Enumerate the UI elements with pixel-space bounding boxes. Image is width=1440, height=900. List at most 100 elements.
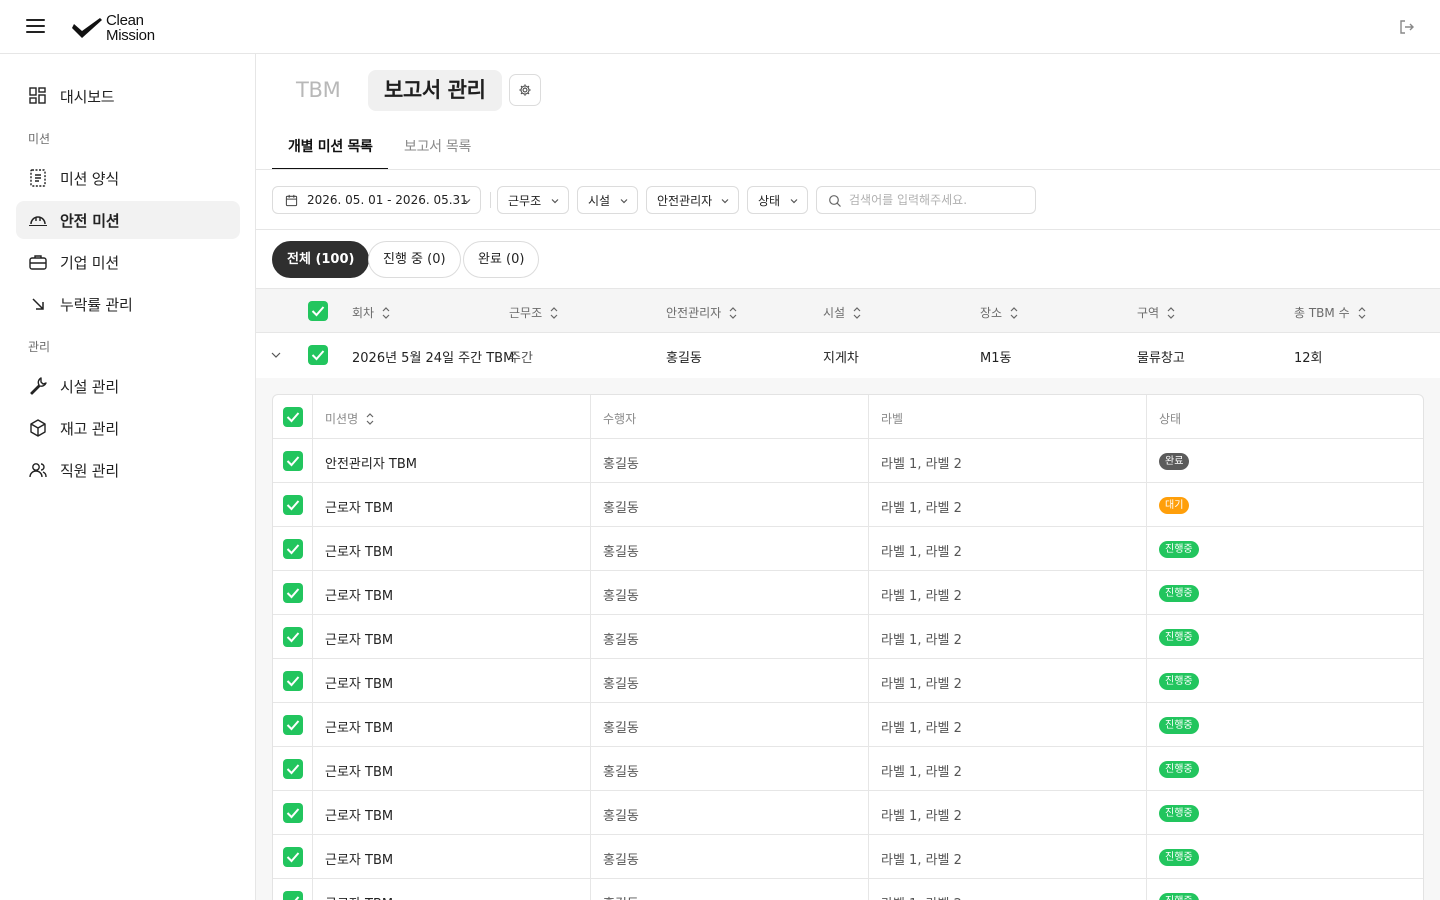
table-row[interactable]: 근로자 TBM 홍길동 라벨 1, 라벨 2 진행중	[273, 703, 1423, 747]
row-checkbox[interactable]	[283, 627, 303, 647]
column-header-shift[interactable]: 근무조	[509, 304, 560, 321]
sort-icon	[1358, 306, 1366, 319]
sidebar-item-facility[interactable]: 시설 관리	[16, 367, 240, 405]
shift-select-value: 근무조	[508, 193, 542, 208]
column-header-round[interactable]: 회차	[352, 304, 392, 321]
row-checkbox[interactable]	[283, 539, 303, 559]
status-select[interactable]: 상태	[747, 186, 808, 214]
row-checkbox[interactable]	[283, 583, 303, 603]
form-icon	[30, 169, 46, 187]
sidebar-item-omission-rate[interactable]: 누락률 관리	[16, 285, 240, 323]
cell-labels: 라벨 1, 라벨 2	[881, 677, 962, 692]
table-row[interactable]: 근로자 TBM 홍길동 라벨 1, 라벨 2 진행중	[273, 835, 1423, 879]
inner-table: 미션명 수행자 라벨 상태 안전관리자 TBM 홍길동 라벨 1, 라벨 2 완료 근로…	[272, 394, 1424, 900]
search-input[interactable]	[849, 193, 1024, 207]
settings-button[interactable]	[509, 74, 541, 106]
facility-select[interactable]: 시설	[577, 186, 638, 214]
status-badge: 진행중	[1159, 629, 1199, 646]
chip-all[interactable]: 전체 (100)	[272, 241, 370, 278]
status-badge: 진행중	[1159, 541, 1199, 558]
sidebar-item-inventory[interactable]: 재고 관리	[16, 409, 240, 447]
row-checkbox[interactable]	[283, 847, 303, 867]
column-header-total[interactable]: 총 TBM 수	[1294, 304, 1368, 321]
table-row[interactable]: 안전관리자 TBM 홍길동 라벨 1, 라벨 2 완료	[273, 439, 1423, 483]
table-row[interactable]: 2026년 5월 24일 주간 TBM 주간 홍길동 지게차 M1동 물류창고 …	[256, 333, 1440, 378]
row-checkbox[interactable]	[283, 891, 303, 900]
tab-individual-missions[interactable]: 개별 미션 목록	[272, 130, 388, 170]
cell-labels: 라벨 1, 라벨 2	[881, 589, 962, 604]
column-header-zone[interactable]: 구역	[1137, 304, 1177, 321]
table-row[interactable]: 근로자 TBM 홍길동 라벨 1, 라벨 2 진행중	[273, 747, 1423, 791]
table-row[interactable]: 근로자 TBM 홍길동 라벨 1, 라벨 2 진행중	[273, 527, 1423, 571]
column-header-facility[interactable]: 시설	[823, 304, 863, 321]
tab-report-list[interactable]: 보고서 목록	[388, 130, 487, 170]
cell-manager: 홍길동	[666, 351, 702, 366]
row-checkbox[interactable]	[308, 345, 328, 365]
row-checkbox[interactable]	[283, 495, 303, 515]
sidebar-item-label: 기업 미션	[60, 253, 119, 272]
chip-in-progress[interactable]: 진행 중 (0)	[368, 241, 461, 278]
logo-mark-icon	[72, 18, 102, 38]
sidebar-item-label: 직원 관리	[60, 461, 119, 480]
shift-select[interactable]: 근무조	[497, 186, 569, 214]
sidebar-item-staff[interactable]: 직원 관리	[16, 451, 240, 489]
row-checkbox[interactable]	[283, 671, 303, 691]
row-checkbox[interactable]	[283, 759, 303, 779]
wrench-icon	[30, 377, 47, 395]
sidebar-item-label: 대시보드	[60, 87, 115, 106]
chevron-down-icon	[790, 199, 798, 204]
menu-icon[interactable]	[26, 17, 46, 35]
cell-labels: 라벨 1, 라벨 2	[881, 457, 962, 472]
manager-select-value: 안전관리자	[657, 193, 713, 208]
expanded-row-panel: 미션명 수행자 라벨 상태 안전관리자 TBM 홍길동 라벨 1, 라벨 2 완료 근로…	[256, 378, 1440, 900]
filter-separator	[490, 192, 491, 208]
column-header-manager[interactable]: 안전관리자	[666, 304, 739, 321]
sidebar-item-safety-mission[interactable]: 안전 미션	[16, 201, 240, 239]
column-header-label: 구역	[1137, 306, 1160, 320]
column-header-place[interactable]: 장소	[980, 304, 1020, 321]
table-row[interactable]: 근로자 TBM 홍길동 라벨 1, 라벨 2 대기	[273, 483, 1423, 527]
cell-mission-name: 근로자 TBM	[325, 893, 393, 900]
chevron-down-icon[interactable]	[270, 350, 282, 360]
sidebar-item-label: 누락률 관리	[60, 295, 133, 314]
row-checkbox[interactable]	[283, 803, 303, 823]
sidebar-group-mission: 미션	[28, 132, 51, 146]
cell-place: M1동	[980, 351, 1012, 366]
cell-zone: 물류창고	[1137, 351, 1185, 366]
logout-icon[interactable]	[1398, 18, 1416, 36]
select-all-checkbox[interactable]	[308, 301, 328, 321]
calendar-icon	[285, 194, 298, 207]
row-checkbox[interactable]	[283, 715, 303, 735]
date-range-picker[interactable]: 2026. 05. 01 - 2026. 05.31	[272, 186, 481, 214]
table-row[interactable]: 근로자 TBM 홍길동 라벨 1, 라벨 2 진행중	[273, 879, 1423, 900]
table-row[interactable]: 근로자 TBM 홍길동 라벨 1, 라벨 2 진행중	[273, 659, 1423, 703]
column-header-label: 총 TBM 수	[1294, 306, 1350, 320]
cell-mission-name: 근로자 TBM	[325, 721, 394, 736]
sort-icon	[1010, 306, 1018, 319]
row-checkbox[interactable]	[283, 451, 303, 471]
sidebar-item-dashboard[interactable]: 대시보드	[16, 77, 240, 115]
cell-mission-name: 근로자 TBM	[325, 633, 394, 648]
cell-performer: 홍길동	[603, 765, 639, 780]
search-icon	[829, 195, 841, 207]
cell-mission-name: 근로자 TBM	[325, 765, 394, 780]
table-row[interactable]: 근로자 TBM 홍길동 라벨 1, 라벨 2 진행중	[273, 615, 1423, 659]
page-title-tbm[interactable]: TBM	[296, 78, 341, 102]
inner-column-header-name[interactable]: 미션명	[325, 410, 376, 427]
inner-select-all-checkbox[interactable]	[283, 407, 303, 427]
sidebar-item-company-mission[interactable]: 기업 미션	[16, 243, 240, 281]
table-row[interactable]: 근로자 TBM 홍길동 라벨 1, 라벨 2 진행중	[273, 571, 1423, 615]
table-row[interactable]: 근로자 TBM 홍길동 라벨 1, 라벨 2 진행중	[273, 791, 1423, 835]
logo[interactable]: Clean Mission	[72, 12, 155, 44]
sidebar-item-label: 시설 관리	[60, 377, 119, 396]
status-badge: 진행중	[1159, 673, 1199, 690]
chevron-down-icon	[620, 199, 628, 204]
sidebar-item-label: 미션 양식	[60, 169, 119, 188]
sort-icon	[550, 306, 558, 319]
chip-completed[interactable]: 완료 (0)	[463, 241, 540, 278]
manager-select[interactable]: 안전관리자	[646, 186, 739, 214]
sidebar-item-mission-form[interactable]: 미션 양식	[16, 159, 240, 197]
page-title-report[interactable]: 보고서 관리	[368, 70, 502, 111]
cell-mission-name: 근로자 TBM	[325, 501, 394, 516]
column-header-label: 안전관리자	[666, 306, 722, 320]
